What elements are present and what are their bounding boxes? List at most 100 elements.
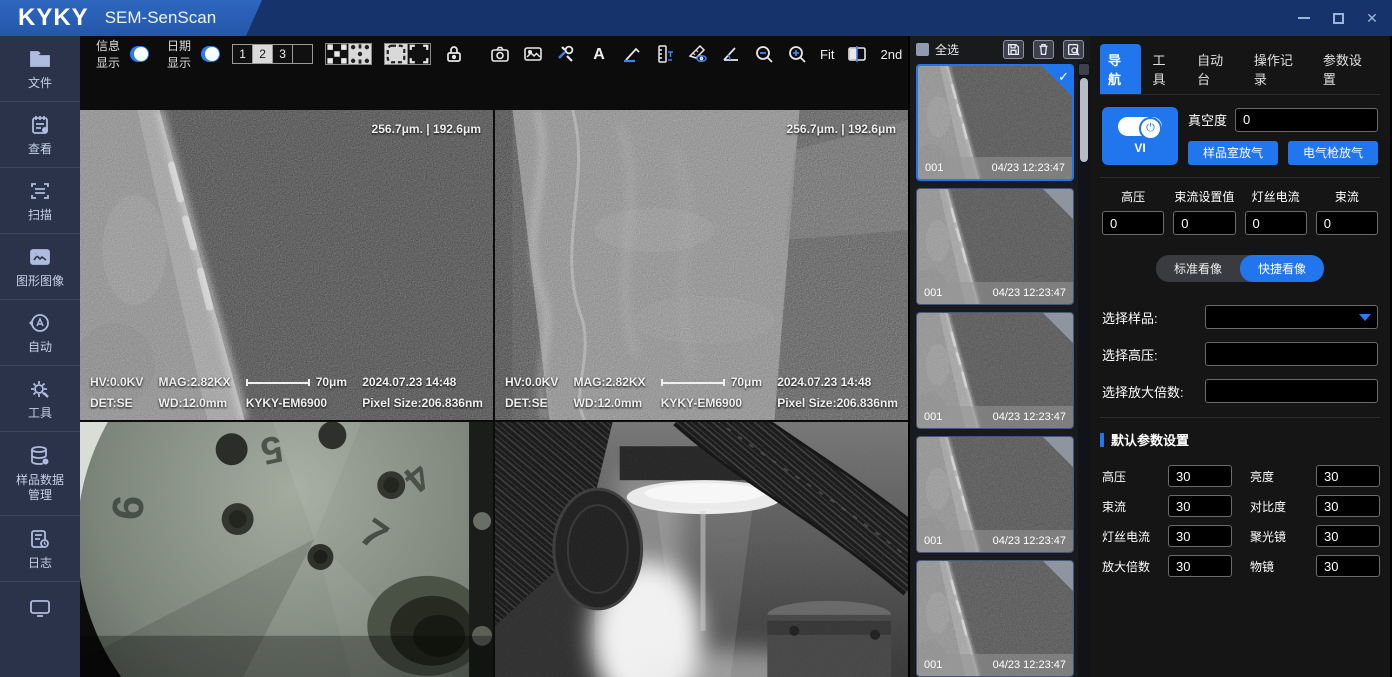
default-parameter-input[interactable] (1168, 465, 1232, 487)
imaging-mode-option[interactable]: 快捷看像 (1240, 255, 1324, 282)
view-count-button[interactable] (292, 44, 313, 64)
sem-info-overlay: HV:0.0KVDET:SE MAG:2.82KXWD:12.0mm 70μmK… (505, 375, 898, 410)
view-count-button[interactable]: 1 (232, 44, 253, 64)
scrollbar-thumb[interactable] (1080, 78, 1088, 162)
sidebar-item-文件[interactable]: 文件 (0, 36, 80, 102)
vent-chamber-button[interactable]: 样品室放气 (1188, 141, 1278, 165)
scale-bar (246, 379, 310, 386)
region-box-icon[interactable] (407, 43, 431, 65)
view-count-button[interactable]: 2 (252, 44, 273, 64)
image-viewport: 256.7μm. | 192.6μm HV:0.0KVDET:SE MAG:2.… (80, 72, 908, 677)
default-parameter-input[interactable] (1168, 555, 1232, 577)
scale-bar (661, 379, 725, 386)
vi-toggle-button[interactable]: VI (1102, 107, 1178, 165)
refresh-region-icon[interactable] (384, 43, 408, 65)
thumbnail-corner (1043, 437, 1073, 467)
toggle-label: 日期显示 (167, 37, 194, 71)
stage-camera-pane[interactable] (80, 422, 493, 677)
beam-parameter-label: 束流设置值 (1174, 188, 1234, 205)
quick-select-input[interactable] (1205, 379, 1378, 403)
quick-select-input[interactable] (1205, 342, 1378, 366)
view-count-button[interactable]: 3 (272, 44, 293, 64)
tab-操作记录[interactable]: 操作记录 (1246, 44, 1311, 94)
sidebar-item-查看[interactable]: 查看 (0, 102, 80, 168)
toggle-switch[interactable] (201, 46, 220, 62)
thumbnail-list: ✓ 001 04/23 12:23:47 ✓ 001 04/23 12:23:4… (910, 62, 1078, 677)
thumbnail-label-bar: 001 04/23 12:23:47 (917, 406, 1073, 428)
scrollbar-top-button[interactable] (1079, 64, 1089, 75)
sidebar-item-扫描[interactable]: 扫描 (0, 168, 80, 234)
second-display-button[interactable]: 2nd (880, 47, 902, 62)
tab-参数设置[interactable]: 参数设置 (1315, 44, 1380, 94)
defaults-header: 默认参数设置 (1100, 418, 1380, 453)
lock-icon[interactable] (444, 43, 464, 65)
preview-image-button[interactable] (1063, 40, 1084, 59)
measure-line-icon[interactable] (622, 43, 642, 65)
close-button[interactable]: ✕ (1362, 8, 1382, 28)
select-all-checkbox[interactable] (916, 43, 929, 56)
sidebar-item-图形图像[interactable]: 图形图像 (0, 234, 80, 300)
beam-parameter-input[interactable] (1102, 211, 1164, 235)
default-parameter-input[interactable] (1168, 495, 1232, 517)
tab-导航[interactable]: 导航 (1100, 44, 1141, 94)
text-annotation-icon[interactable]: A (589, 43, 609, 65)
default-parameter-input[interactable] (1316, 555, 1380, 577)
fit-button[interactable]: Fit (820, 47, 834, 62)
thumbnail-scrollbar[interactable] (1078, 62, 1090, 677)
export-image-icon[interactable] (523, 43, 543, 65)
measure-label-icon[interactable] (655, 43, 675, 65)
chevron-down-icon[interactable] (1359, 314, 1371, 321)
zoom-out-icon[interactable] (754, 43, 774, 65)
camera-icon[interactable] (490, 43, 510, 65)
default-parameter-input[interactable] (1316, 465, 1380, 487)
sidebar-item-label: 日志 (28, 556, 52, 571)
quick-select-input[interactable] (1205, 305, 1378, 329)
adjust-tools-icon[interactable] (556, 43, 576, 65)
app-title: SEM-SenScan (105, 8, 217, 28)
toggle-switch[interactable] (130, 46, 149, 62)
sidebar-item-label: 查看 (28, 142, 52, 157)
sidebar-item-自动[interactable]: 自动 (0, 300, 80, 366)
thumbnail-item[interactable]: ✓ 001 04/23 12:23:47 (916, 312, 1074, 429)
default-parameter-input[interactable] (1168, 525, 1232, 547)
sidebar-item-label: 文件 (28, 76, 52, 91)
sidebar-item-样品数据管理[interactable]: 样品数据管理 (0, 432, 80, 516)
save-image-button[interactable] (1003, 40, 1024, 59)
thumbnail-item[interactable]: ✓ 001 04/23 12:23:47 (916, 436, 1074, 553)
imaging-mode-option[interactable]: 标准看像 (1156, 255, 1240, 282)
zoom-in-icon[interactable] (787, 43, 807, 65)
field-of-view-label: 256.7μm. | 192.6μm (787, 122, 896, 136)
beam-parameter-input[interactable] (1245, 211, 1307, 235)
beam-parameter-input[interactable] (1316, 211, 1378, 235)
default-parameter-row: 聚光镜 (1250, 525, 1380, 547)
minimize-button[interactable] (1294, 8, 1314, 28)
beam-parameter-input[interactable] (1173, 211, 1235, 235)
multi-point-icon[interactable] (325, 43, 349, 65)
thumbnail-panel: 全选 ✓ 001 04/23 12:23:47 ✓ 001 04/23 1 (908, 36, 1090, 677)
sem-image-pane-2[interactable]: 256.7μm. | 192.6μm HV:0.0KVDET:SE MAG:2.… (495, 110, 908, 420)
sidebar-item-工具[interactable]: 工具 (0, 366, 80, 432)
grid-pattern-icon[interactable] (348, 43, 372, 65)
default-parameter-label: 物镜 (1250, 558, 1308, 575)
tab-工具[interactable]: 工具 (1145, 44, 1186, 94)
tab-自动台[interactable]: 自动台 (1189, 44, 1242, 94)
thumbnail-item[interactable]: ✓ 001 04/23 12:23:47 (916, 64, 1074, 181)
angle-measure-icon[interactable] (721, 43, 741, 65)
quick-select-label: 选择放大倍数: (1102, 382, 1205, 401)
vacuum-gauge-input[interactable] (1235, 108, 1378, 132)
default-parameter-input[interactable] (1316, 495, 1380, 517)
maximize-button[interactable] (1328, 8, 1348, 28)
thumbnail-item[interactable]: ✓ 001 04/23 12:23:47 (916, 560, 1074, 677)
sidebar-item-extra[interactable] (0, 582, 80, 677)
vent-gun-button[interactable]: 电气枪放气 (1288, 141, 1378, 165)
beam-parameter-label: 束流 (1335, 188, 1359, 205)
compare-view-icon[interactable] (847, 43, 867, 65)
default-parameter-input[interactable] (1316, 525, 1380, 547)
sidebar-item-日志[interactable]: 日志 (0, 516, 80, 582)
sem-image-pane-1[interactable]: 256.7μm. | 192.6μm HV:0.0KVDET:SE MAG:2.… (80, 110, 493, 420)
measure-visibility-icon[interactable] (688, 43, 708, 65)
sidebar-item-icon (28, 47, 52, 71)
delete-image-button[interactable] (1033, 40, 1054, 59)
thumbnail-item[interactable]: ✓ 001 04/23 12:23:47 (916, 188, 1074, 305)
chamber-camera-pane[interactable] (495, 422, 908, 677)
